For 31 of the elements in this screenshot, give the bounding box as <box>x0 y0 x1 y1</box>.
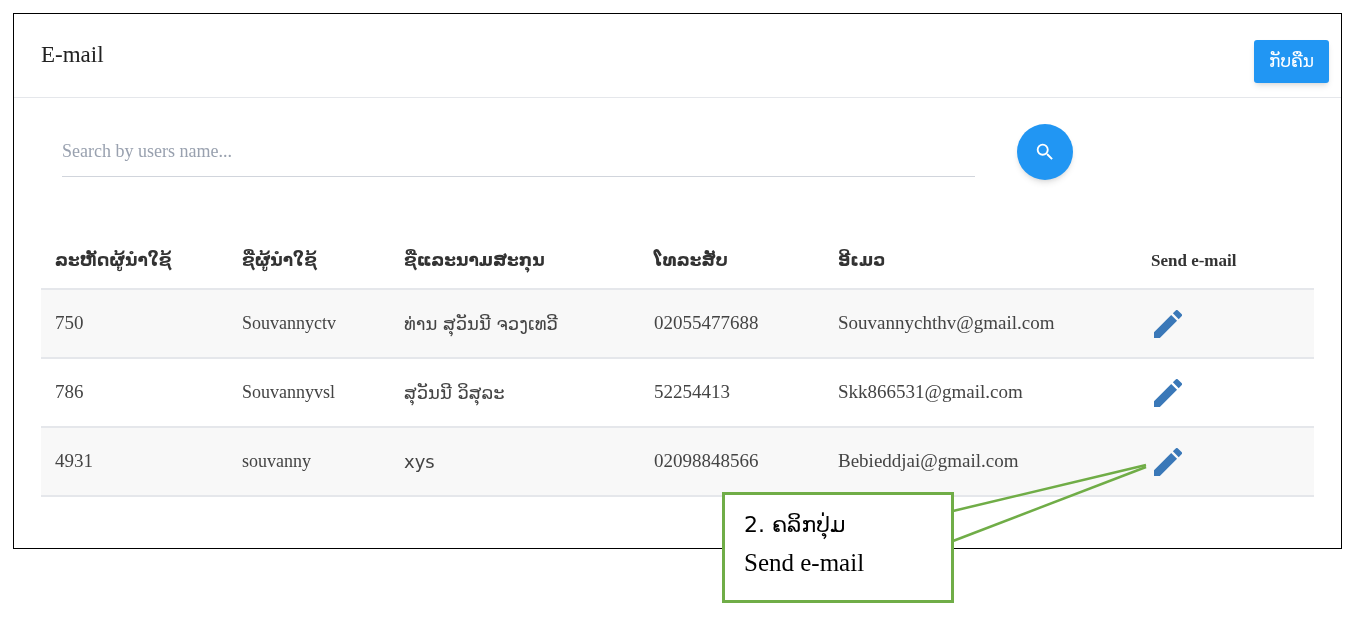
search-field[interactable]: Search by users name... <box>62 127 975 177</box>
pencil-icon[interactable] <box>1154 309 1182 338</box>
column-header: Send e-mail <box>1151 250 1238 273</box>
table-cell-text: Bebieddjai@gmail.com <box>838 449 1020 474</box>
card-title: E-mail <box>41 41 104 70</box>
table-cell-text: 4931 <box>55 449 94 474</box>
column-header: ລະຫັດຜູ້ນຳໃຊ້ <box>55 249 173 274</box>
column-header: ຊື່ຜູ້ນຳໃຊ້ <box>242 248 318 274</box>
table-cell-text: Skk866531@gmail.com <box>838 380 1024 405</box>
pencil-icon[interactable] <box>1154 378 1182 407</box>
table-cell-text: 02098848566 <box>654 449 760 474</box>
table-cell-text: Souvannychthv@gmail.com <box>838 311 1056 336</box>
table-cell-text: ທ່ານ ສຸວັນນີ ຈວງເທວີ <box>404 312 559 337</box>
pencil-icon[interactable] <box>1154 447 1182 476</box>
table-cell-text: Souvannyvsl <box>242 381 336 404</box>
column-header: ອີເມວ <box>838 248 887 273</box>
table-cell-text: Souvannyctv <box>242 312 337 335</box>
back-button[interactable]: ກັບຄືນ <box>1254 40 1329 83</box>
search-icon <box>1034 141 1056 163</box>
table-cell: ສຸວັນນີ ວິສຸລະ <box>404 379 654 406</box>
table-cell-text: xys <box>404 450 436 474</box>
table-cell-text: 02055477688 <box>654 311 760 336</box>
callout-text: 2. ຄລິກປຸ່ມ <box>744 511 847 541</box>
table-cell-text: souvanny <box>242 450 312 473</box>
column-header: ໂທລະສັບ <box>654 248 729 273</box>
table-cell-text: 52254413 <box>654 380 731 405</box>
callout-text: Send e-mail <box>744 548 866 578</box>
table-cell-text: 750 <box>55 311 85 336</box>
column-header: ຊື່ແລະນາມສະກຸນ <box>404 248 546 274</box>
table-cell-text: 786 <box>55 380 85 405</box>
search-button[interactable] <box>1017 124 1073 180</box>
